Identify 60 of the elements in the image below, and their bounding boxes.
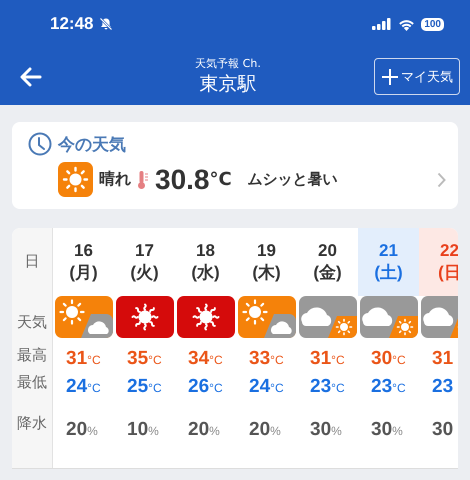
temperature-unit: °C — [210, 169, 232, 190]
day-weekday: (水) — [191, 262, 220, 284]
row-label: 最低 — [17, 373, 47, 392]
back-arrow-icon[interactable] — [20, 66, 42, 86]
high-temperature: 34°C — [188, 348, 223, 370]
status-time: 12:48 — [50, 14, 94, 34]
high-temperature: 30°C — [371, 348, 406, 370]
rain-chance: 20% — [188, 419, 220, 441]
rain-chance: 30% — [310, 419, 342, 441]
day-weekday: (火) — [130, 262, 159, 284]
thermometer-icon — [137, 170, 149, 190]
row-label: 降水 — [17, 414, 47, 433]
wifi-icon — [398, 18, 416, 30]
plus-icon — [381, 68, 399, 86]
day-weekday: (金) — [313, 262, 342, 284]
day-date: 16 — [74, 240, 93, 260]
feeling-text: ムシッと暑い — [248, 170, 338, 189]
row-label: 最高 — [17, 346, 47, 365]
row-label: 天気 — [17, 313, 47, 332]
sun-icon — [58, 162, 93, 197]
day-date: 22 — [440, 240, 458, 260]
add-my-weather-button[interactable]: マイ天気 — [374, 58, 460, 95]
signal-icon — [372, 18, 392, 30]
low-temperature: 26°C — [188, 376, 223, 398]
day-date: 20 — [318, 240, 337, 260]
day-date: 18 — [196, 240, 215, 260]
day-weekday: (木) — [252, 262, 281, 284]
condition-text: 晴れ — [99, 169, 131, 190]
battery-icon: 100 — [421, 18, 444, 30]
rain-chance: 30% — [371, 419, 403, 441]
day-weekday: (土) — [374, 262, 403, 284]
day-date: 19 — [257, 240, 276, 260]
row-label: 日 — [24, 252, 40, 271]
location-title: 東京駅 — [200, 72, 256, 97]
high-temperature: 31°C — [310, 348, 345, 370]
day-weekday: (日 — [438, 262, 458, 284]
muted-bell-icon — [99, 17, 114, 31]
current-weather-card[interactable]: 今の天気 晴れ 30.8°C ムシッと暑い — [12, 122, 458, 209]
current-weather-heading: 今の天気 — [58, 134, 126, 156]
day-date: 21 — [379, 240, 398, 260]
rain-chance: 20% — [66, 419, 98, 441]
low-temperature: 25°C — [127, 376, 162, 398]
high-temperature: 31°C — [66, 348, 101, 370]
high-temperature: 35°C — [127, 348, 162, 370]
rain-chance: 10% — [127, 419, 159, 441]
high-temperature: 31 — [432, 348, 454, 370]
chevron-right-icon — [437, 172, 446, 188]
day-date: 17 — [135, 240, 154, 260]
day-weekday: (月) — [69, 262, 98, 284]
rain-chance: 30 — [432, 419, 454, 441]
low-temperature: 24°C — [249, 376, 284, 398]
high-temperature: 33°C — [249, 348, 284, 370]
low-temperature: 23 — [432, 376, 454, 398]
rain-chance: 20% — [249, 419, 281, 441]
low-temperature: 23°C — [310, 376, 345, 398]
clock-icon — [28, 132, 52, 156]
app-subtitle: 天気予報 Ch. — [195, 56, 261, 71]
low-temperature: 23°C — [371, 376, 406, 398]
low-temperature: 24°C — [66, 376, 101, 398]
current-temperature: 30.8 — [155, 164, 210, 196]
